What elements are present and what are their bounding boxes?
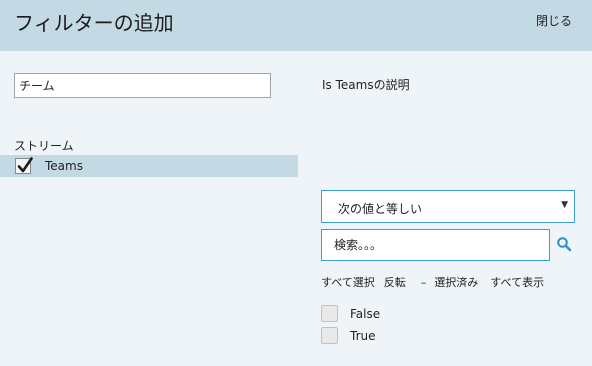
search-input[interactable] [321, 229, 550, 261]
option-label: False [350, 307, 381, 321]
stream-item-teams[interactable]: Teams [0, 155, 298, 177]
stream-checkbox[interactable] [15, 157, 33, 174]
condition-select[interactable]: 次の値と等しい ▼ [321, 190, 575, 223]
value-actions: すべて選択 反転 – 選択済み すべて表示 [321, 274, 544, 290]
filter-name-input[interactable] [14, 73, 271, 98]
caret-down-icon: ▼ [561, 200, 568, 210]
option-checkbox[interactable] [321, 305, 338, 322]
actions-separator: – [420, 276, 427, 289]
selected-only-link[interactable]: 選択済み [434, 274, 478, 290]
stream-label: ストリーム [14, 139, 74, 153]
close-button[interactable]: 閉じる [536, 12, 572, 29]
filter-description: Is Teamsの説明 [322, 78, 410, 92]
invert-link[interactable]: 反転 [384, 274, 406, 290]
condition-select-value: 次の値と等しい [338, 202, 423, 216]
dialog-header: フィルターの追加 閉じる [0, 0, 592, 51]
checkmark-icon [17, 157, 33, 173]
search-icon[interactable] [556, 236, 572, 252]
option-checkbox[interactable] [321, 327, 338, 344]
dialog-title: フィルターの追加 [14, 11, 174, 35]
stream-item-label: Teams [45, 159, 83, 173]
option-label: True [350, 329, 376, 343]
show-all-link[interactable]: すべて表示 [490, 274, 544, 290]
select-all-link[interactable]: すべて選択 [321, 274, 375, 290]
